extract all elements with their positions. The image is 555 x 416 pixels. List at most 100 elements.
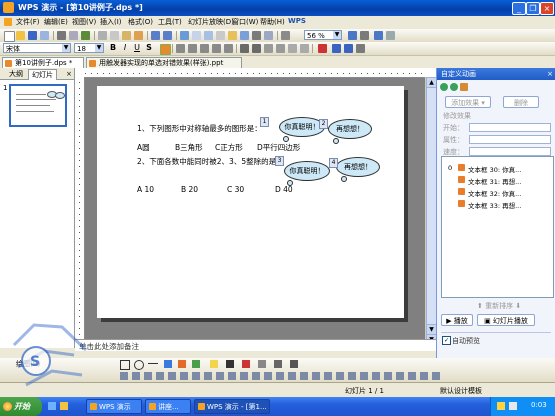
- q1-option-d[interactable]: D平行四边形: [257, 142, 300, 153]
- slide[interactable]: 1、下列图形中对称轴最多的图形是： A圆 B三角形 C正方形 D平行四边形 2、…: [97, 86, 404, 318]
- forward-icon[interactable]: [450, 83, 458, 91]
- spellcheck-icon[interactable]: [81, 31, 90, 40]
- zoom-select[interactable]: 56 % ▼: [304, 30, 342, 40]
- hyperlink-icon[interactable]: [180, 31, 189, 40]
- textbox-tool-icon[interactable]: [164, 360, 172, 368]
- callout-wrong-2[interactable]: 再想想！: [336, 157, 380, 177]
- tab-slides[interactable]: 幻灯片: [28, 69, 57, 80]
- start-select[interactable]: [469, 123, 551, 132]
- help-icon[interactable]: [348, 31, 357, 40]
- align-left-icon[interactable]: [176, 44, 185, 53]
- shapes-toolbar-icons[interactable]: [120, 372, 440, 380]
- grayscale-icon[interactable]: [281, 31, 290, 40]
- font-color-tool-icon[interactable]: [242, 360, 250, 368]
- increase-font-icon[interactable]: [264, 44, 273, 53]
- close-pane-icon[interactable]: ×: [547, 68, 553, 80]
- print-icon[interactable]: [57, 31, 66, 40]
- callout-wrong-1[interactable]: 再想想！: [328, 119, 372, 139]
- q2-option-b[interactable]: B 20: [181, 185, 198, 194]
- expand-icon[interactable]: [252, 31, 261, 40]
- q2-option-a[interactable]: A 10: [137, 185, 154, 194]
- redo-icon[interactable]: [163, 31, 172, 40]
- slideshow-button[interactable]: ▣ 幻灯片播放: [477, 314, 535, 326]
- property-select[interactable]: [469, 135, 551, 144]
- open-icon[interactable]: [16, 31, 25, 40]
- line-tool-icon[interactable]: [148, 363, 158, 364]
- home-icon[interactable]: [460, 83, 468, 91]
- q1-option-a[interactable]: A圆: [137, 142, 150, 153]
- q1-option-b[interactable]: B三角形: [175, 142, 203, 153]
- q2-option-c[interactable]: C 30: [227, 185, 244, 194]
- numbering-icon[interactable]: [240, 44, 249, 53]
- align-right-icon[interactable]: [200, 44, 209, 53]
- undo-icon[interactable]: [151, 31, 160, 40]
- minimize-button[interactable]: _: [512, 2, 526, 15]
- play-button[interactable]: ▶ 播放: [441, 314, 473, 326]
- slide-thumbnail[interactable]: [9, 84, 67, 127]
- back-icon[interactable]: [440, 83, 448, 91]
- paste-icon[interactable]: [122, 31, 131, 40]
- shadow-button[interactable]: S: [144, 43, 154, 53]
- table-icon[interactable]: [192, 31, 201, 40]
- play-slideshow-icon[interactable]: [374, 31, 383, 40]
- close-button[interactable]: ×: [540, 2, 554, 15]
- remove-button[interactable]: 删除: [503, 96, 539, 108]
- autopreview-checkbox[interactable]: ✓: [442, 336, 451, 345]
- menu-format[interactable]: 格式(O): [128, 17, 153, 27]
- more-options-icon[interactable]: [356, 44, 365, 53]
- notes-pane[interactable]: 单击此处添加备注: [75, 339, 436, 351]
- tab-other-document[interactable]: 用触发器实现的单选对错效果(样张).ppt: [86, 57, 242, 68]
- tab-outline[interactable]: 大纲: [6, 69, 26, 79]
- font-name-select[interactable]: 宋体 ▼: [3, 43, 71, 53]
- decrease-indent-icon[interactable]: [288, 44, 297, 53]
- animation-list[interactable]: 0 文本框 30: 你真... 文本框 31: 再想... 文本框 32: 你真…: [441, 156, 554, 298]
- menu-slideshow[interactable]: 幻灯片放映(D): [188, 17, 234, 27]
- toolbar-options-icon[interactable]: [360, 31, 369, 40]
- menu-help[interactable]: 帮助(H): [260, 17, 285, 27]
- increase-indent-icon[interactable]: [300, 44, 309, 53]
- dash-style-icon[interactable]: [274, 360, 282, 368]
- speed-select[interactable]: [469, 147, 551, 156]
- bold-button[interactable]: B: [108, 43, 118, 53]
- rectangle-tool-icon[interactable]: [120, 360, 130, 370]
- tab-current-document[interactable]: 第10讲例子.dps *: [2, 57, 84, 68]
- menu-tools[interactable]: 工具(T): [158, 17, 182, 27]
- menu-edit[interactable]: 编辑(E): [44, 17, 68, 27]
- italic-button[interactable]: I: [120, 43, 130, 53]
- line-color-icon[interactable]: [226, 360, 234, 368]
- taskbar-task-active[interactable]: WPS 演示 - [第1...: [194, 399, 270, 414]
- chart-icon[interactable]: [204, 31, 213, 40]
- tray-icon[interactable]: [497, 402, 505, 410]
- cut-icon[interactable]: [98, 31, 107, 40]
- arrow-style-icon[interactable]: [290, 360, 298, 368]
- close-all-icon[interactable]: [386, 31, 395, 40]
- oval-tool-icon[interactable]: [134, 360, 144, 370]
- line-style-icon[interactable]: [258, 360, 266, 368]
- font-size-select[interactable]: 18 ▼: [74, 43, 104, 53]
- textbox-icon[interactable]: [216, 31, 225, 40]
- font-color-icon[interactable]: [318, 44, 327, 53]
- menu-view[interactable]: 视图(V): [72, 17, 96, 27]
- design-icon[interactable]: [332, 44, 341, 53]
- save-icon[interactable]: [28, 31, 37, 40]
- quicklaunch-icon[interactable]: [60, 402, 68, 410]
- justify-icon[interactable]: [212, 44, 221, 53]
- underline-button[interactable]: U: [132, 43, 142, 53]
- clipart-tool-icon[interactable]: [192, 360, 200, 368]
- copy-icon[interactable]: [110, 31, 119, 40]
- add-effect-button[interactable]: 添加效果 ▾: [445, 96, 491, 108]
- fill-color-icon[interactable]: [210, 360, 218, 368]
- taskbar-task-wps[interactable]: WPS 演示: [86, 399, 142, 414]
- menu-file[interactable]: 文件(F): [16, 17, 40, 27]
- image-icon[interactable]: [228, 31, 237, 40]
- new-slide-icon[interactable]: [240, 31, 249, 40]
- wordart-tool-icon[interactable]: [178, 360, 186, 368]
- restore-button[interactable]: ❐: [526, 2, 540, 15]
- callout-correct-2[interactable]: 你真聪明！: [284, 161, 330, 181]
- grid-icon[interactable]: [264, 31, 273, 40]
- wps-menu[interactable]: WPS: [288, 17, 306, 25]
- bullets-icon[interactable]: [252, 44, 261, 53]
- menu-insert[interactable]: 插入(I): [100, 17, 122, 27]
- q1-option-c[interactable]: C正方形: [215, 142, 243, 153]
- taskbar-task-2[interactable]: 讲座...: [145, 399, 191, 414]
